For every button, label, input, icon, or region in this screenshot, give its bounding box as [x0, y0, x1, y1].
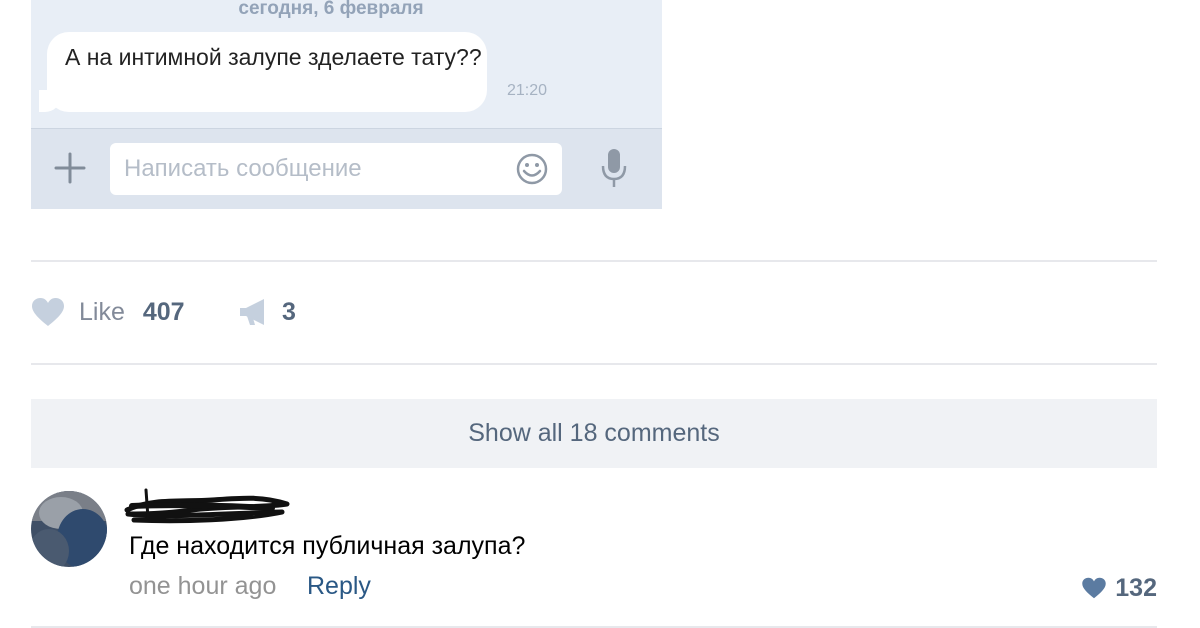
- like-count: 407: [142, 297, 185, 326]
- microphone-icon[interactable]: [599, 147, 629, 189]
- message-time: 21:20: [507, 82, 548, 99]
- message-composer: [31, 128, 662, 209]
- divider: [31, 260, 1157, 262]
- like-label: Like: [79, 297, 125, 326]
- megaphone-icon: [240, 299, 264, 325]
- show-all-comments-button[interactable]: Show all 18 comments: [31, 399, 1157, 468]
- chat-message-area: сегодня, 6 февраля А на интимной залупе …: [31, 0, 662, 128]
- message-text: А на интимной залупе зделаете тату??: [65, 44, 482, 70]
- avatar[interactable]: [31, 491, 107, 567]
- comment-time: one hour ago: [129, 572, 277, 600]
- share-count: 3: [282, 297, 296, 326]
- heart-icon: [1082, 577, 1107, 599]
- comment-like-button[interactable]: 132: [1081, 572, 1157, 604]
- chat-screenshot: сегодня, 6 февраля А на интимной залупе …: [31, 0, 662, 209]
- comment-text: Где находится публичная залупа?: [129, 532, 526, 560]
- share-button[interactable]: 3: [238, 292, 296, 332]
- heart-icon: [32, 298, 64, 326]
- like-button[interactable]: Like 407: [31, 292, 185, 332]
- divider: [31, 363, 1157, 365]
- message-bubble: А на интимной залупе зделаете тату??: [39, 32, 487, 112]
- plus-icon[interactable]: [53, 151, 87, 185]
- reply-link[interactable]: Reply: [307, 572, 371, 601]
- smile-icon[interactable]: [515, 152, 549, 186]
- author-name-scribble[interactable]: [122, 484, 292, 526]
- chat-date-separator: сегодня, 6 февраля: [238, 0, 424, 19]
- post-page: сегодня, 6 февраля А на интимной залупе …: [0, 0, 1200, 628]
- comment-like-count: 132: [1115, 573, 1157, 602]
- message-input[interactable]: [110, 143, 562, 195]
